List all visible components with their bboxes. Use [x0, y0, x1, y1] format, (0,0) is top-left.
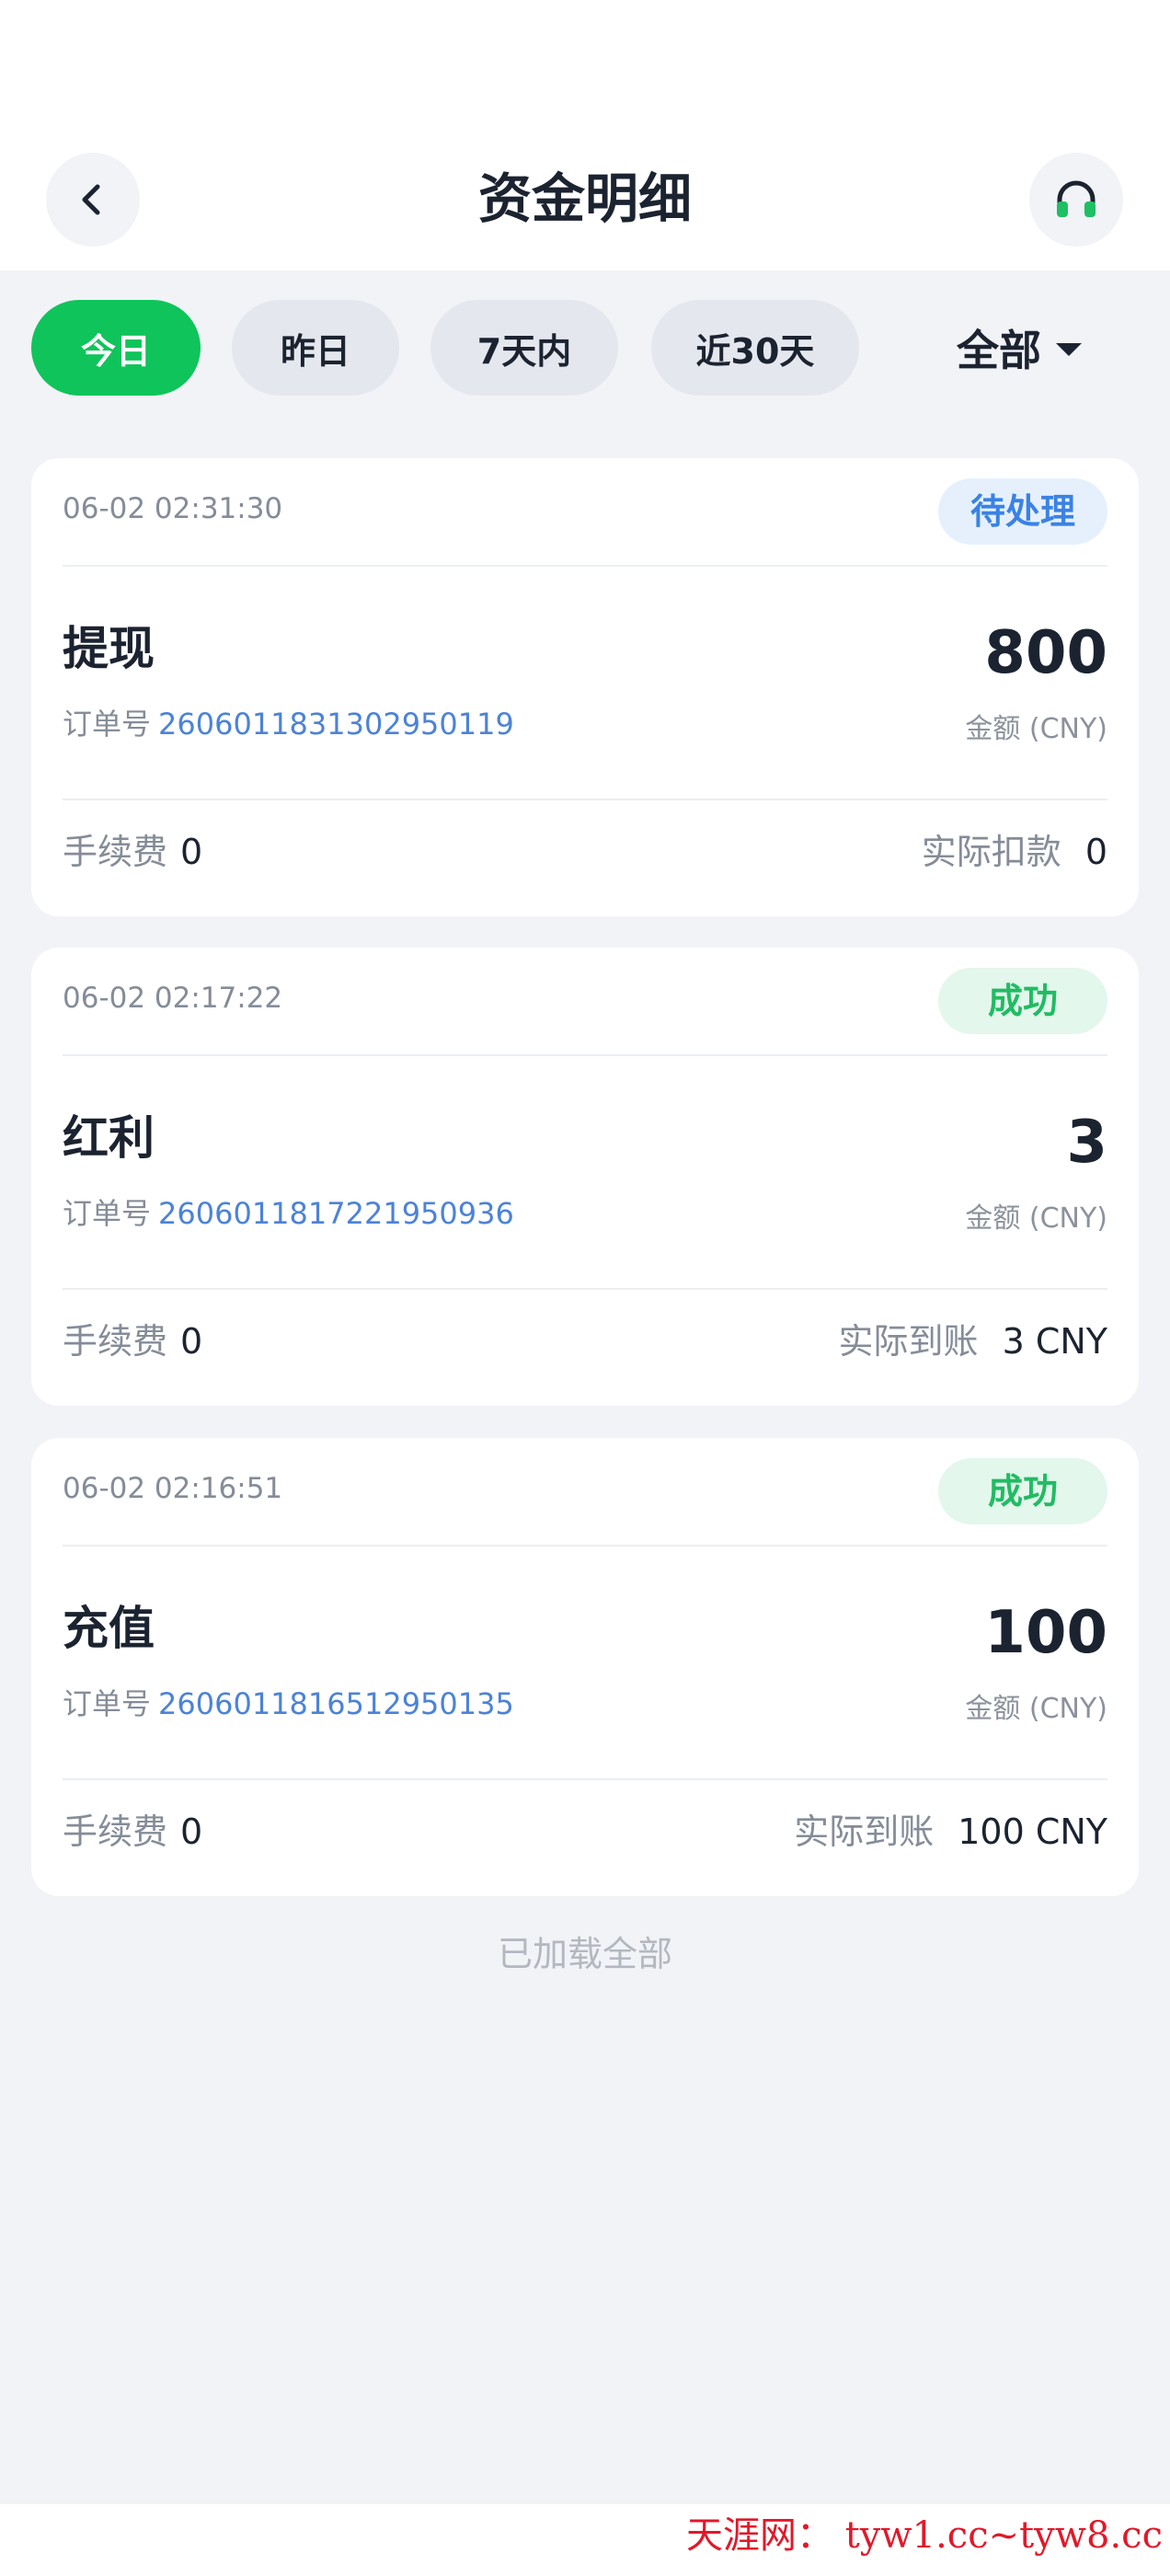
status-badge: 待处理	[938, 478, 1107, 545]
transaction-amount: 100	[984, 1599, 1107, 1667]
actual-amount-value: 100 CNY	[958, 1811, 1107, 1852]
transaction-type: 充值	[63, 1602, 155, 1655]
fee-row: 手续费 0	[63, 1804, 202, 1859]
fee-row: 手续费 0	[63, 824, 202, 880]
divider	[63, 1288, 1107, 1290]
transaction-amount: 3	[1066, 1109, 1107, 1177]
fee-value: 0	[180, 1321, 203, 1362]
page-title: 资金明细	[477, 167, 692, 230]
watermark: 天涯网： tyw1.cc~tyw8.cc	[686, 2514, 1163, 2557]
headset-icon	[1057, 180, 1095, 217]
transaction-time: 06-02 02:17:22	[63, 982, 283, 1015]
fee-label: 手续费	[63, 1321, 168, 1362]
fee-label: 手续费	[63, 1811, 168, 1852]
fee-label: 手续费	[63, 832, 168, 872]
fee-row: 手续费 0	[63, 1314, 202, 1369]
order-number-label: 订单号	[63, 707, 152, 742]
actual-amount-row: 实际到账 3 CNY	[839, 1314, 1107, 1369]
order-number-row: 订单号 2606011816512950135	[63, 1681, 514, 1727]
filter-7days-chip[interactable]: 7天内	[430, 300, 618, 396]
actual-amount-value: 3 CNY	[1002, 1321, 1107, 1362]
end-of-list-text: 已加载全部	[497, 1934, 672, 1974]
order-number-row: 订单号 2606011817221950936	[63, 1190, 514, 1236]
divider	[63, 565, 1107, 567]
amount-currency-label: 金额 (CNY)	[965, 1693, 1107, 1725]
top-bar: 资金明细	[0, 0, 1170, 270]
filter-yesterday-chip[interactable]: 昨日	[232, 300, 399, 396]
actual-amount-value: 0	[1084, 832, 1107, 872]
order-number-label: 订单号	[63, 1196, 152, 1231]
actual-amount-label: 实际到账	[838, 1321, 979, 1362]
actual-amount-label: 实际到账	[794, 1811, 935, 1852]
actual-amount-row: 实际扣款 0	[922, 824, 1107, 880]
status-badge: 成功	[938, 1458, 1107, 1524]
filter-30days-chip[interactable]: 近30天	[651, 300, 859, 396]
order-number[interactable]: 2606011817221950936	[158, 1196, 514, 1231]
order-number[interactable]: 2606011831302950119	[158, 707, 514, 742]
transaction-amount: 800	[984, 619, 1107, 687]
caret-down-icon	[1056, 343, 1082, 356]
filter-today-chip[interactable]: 今日	[31, 300, 201, 396]
type-filter-dropdown[interactable]: 全部	[957, 300, 1104, 396]
transaction-card[interactable]: 06-02 02:31:30 待处理 提现 800 订单号 26060118313…	[31, 458, 1139, 916]
amount-currency-label: 金额 (CNY)	[965, 1202, 1107, 1235]
divider	[63, 1545, 1107, 1547]
order-number-row: 订单号 2606011831302950119	[63, 701, 514, 747]
transaction-card[interactable]: 06-02 02:16:51 成功 充值 100 订单号 260601181651…	[31, 1438, 1139, 1896]
transaction-card[interactable]: 06-02 02:17:22 成功 红利 3 订单号 26060118172219…	[31, 948, 1139, 1406]
actual-amount-label: 实际扣款	[921, 832, 1061, 872]
fee-value: 0	[180, 832, 203, 872]
status-badge: 成功	[938, 968, 1107, 1034]
transaction-type: 红利	[63, 1111, 155, 1165]
actual-amount-row: 实际到账 100 CNY	[794, 1804, 1107, 1859]
transaction-time: 06-02 02:31:30	[63, 492, 283, 525]
order-number[interactable]: 2606011816512950135	[158, 1686, 514, 1721]
divider	[63, 1778, 1107, 1780]
order-number-label: 订单号	[63, 1686, 152, 1721]
amount-currency-label: 金额 (CNY)	[965, 713, 1107, 745]
transaction-time: 06-02 02:16:51	[63, 1472, 283, 1505]
customer-service-button[interactable]	[1029, 153, 1123, 247]
transaction-type: 提现	[63, 622, 155, 675]
date-filter-bar: 今日 昨日 7天内 近30天 全部	[0, 300, 1170, 396]
divider	[63, 799, 1107, 800]
fee-value: 0	[180, 1811, 203, 1852]
divider	[63, 1054, 1107, 1056]
type-filter-label: 全部	[957, 326, 1041, 375]
